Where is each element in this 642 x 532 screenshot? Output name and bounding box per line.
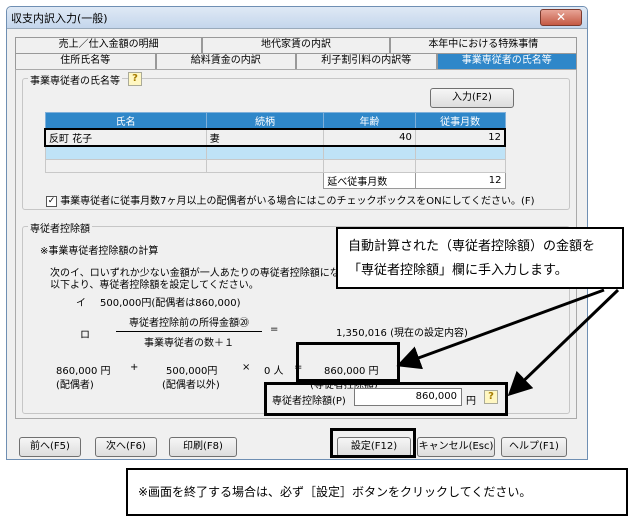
footer-note: ※画面を終了する場合は、必ず［設定］ボタンをクリックしてください。: [126, 468, 628, 516]
callout-arrows: [396, 288, 620, 397]
